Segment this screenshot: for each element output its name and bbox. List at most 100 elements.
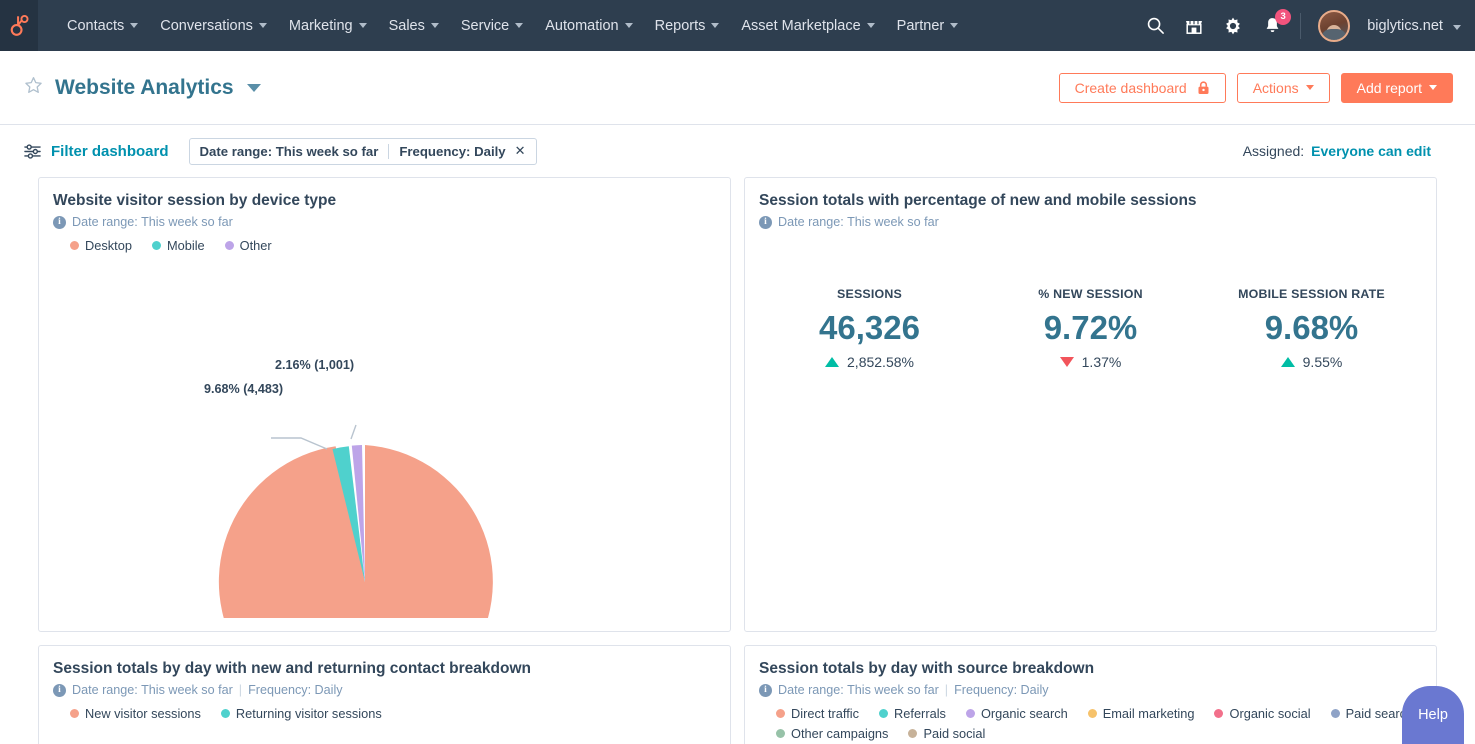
assigned-label: Assigned: <box>1243 143 1304 159</box>
main-menu: Contacts Conversations Marketing Sales S… <box>56 0 969 51</box>
actions-button[interactable]: Actions <box>1237 73 1330 103</box>
nav-item-sales[interactable]: Sales <box>378 0 450 51</box>
legend-color-dot <box>221 709 230 718</box>
kpi-delta-value: 9.55% <box>1303 354 1343 370</box>
gear-icon[interactable] <box>1222 15 1244 37</box>
page-title[interactable]: Website Analytics <box>55 76 234 100</box>
chevron-down-icon <box>259 23 267 28</box>
trend-down-icon <box>1060 357 1074 367</box>
kpi-value: 9.68% <box>1201 310 1422 346</box>
card-meta: i Date range: This week so far | Frequen… <box>53 683 716 697</box>
nav-utility-group: 3 biglytics.net <box>1144 0 1461 51</box>
active-filters-chip[interactable]: Date range: This week so far Frequency: … <box>189 138 537 165</box>
nav-item-label: Sales <box>389 18 425 34</box>
legend-color-dot <box>152 241 161 250</box>
nav-item-partner[interactable]: Partner <box>886 0 970 51</box>
chevron-down-icon <box>359 23 367 28</box>
nav-item-automation[interactable]: Automation <box>534 0 643 51</box>
meta-divider: | <box>239 683 242 697</box>
kpi-delta: 2,852.58% <box>759 354 980 370</box>
nav-item-label: Service <box>461 18 509 34</box>
legend-item-mobile[interactable]: Mobile <box>152 238 205 253</box>
legend-item-desktop[interactable]: Desktop <box>70 238 132 253</box>
legend-color-dot <box>70 709 79 718</box>
nav-item-label: Conversations <box>160 18 253 34</box>
legend-item-email-marketing[interactable]: Email marketing <box>1088 706 1195 721</box>
info-icon[interactable]: i <box>53 684 66 697</box>
actions-label: Actions <box>1253 80 1299 96</box>
legend-item-organic-social[interactable]: Organic social <box>1214 706 1310 721</box>
account-name-label: biglytics.net <box>1367 18 1443 34</box>
card-session-totals-new-returning: Session totals by day with new and retur… <box>38 645 731 744</box>
trend-up-icon <box>1281 357 1295 367</box>
nav-item-label: Automation <box>545 18 618 34</box>
nav-item-label: Partner <box>897 18 945 34</box>
create-dashboard-button[interactable]: Create dashboard <box>1059 73 1226 103</box>
trend-up-icon <box>825 357 839 367</box>
card-session-totals-source-breakdown: Session totals by day with source breakd… <box>744 645 1437 744</box>
nav-item-marketing[interactable]: Marketing <box>278 0 378 51</box>
legend-color-dot <box>908 729 917 738</box>
assigned-permission-link[interactable]: Everyone can edit <box>1311 143 1431 159</box>
search-icon[interactable] <box>1144 15 1166 37</box>
hubspot-logo-icon[interactable] <box>0 0 38 51</box>
legend-item-referrals[interactable]: Referrals <box>879 706 946 721</box>
bell-icon[interactable]: 3 <box>1261 15 1283 37</box>
card-frequency: Frequency: Daily <box>248 683 343 697</box>
legend-color-dot <box>776 729 785 738</box>
clear-filters-close-icon[interactable]: ✕ <box>515 143 526 159</box>
legend-item-new-visitor-sessions[interactable]: New visitor sessions <box>70 706 201 721</box>
legend-item-paid-social[interactable]: Paid social <box>908 726 985 741</box>
kpi-row: SESSIONS 46,326 2,852.58% % NEW SESSION … <box>759 287 1422 370</box>
legend-item-returning-visitor-sessions[interactable]: Returning visitor sessions <box>221 706 382 721</box>
add-report-button[interactable]: Add report <box>1341 73 1453 103</box>
kpi-delta-value: 2,852.58% <box>847 354 914 370</box>
card-session-totals-with-percentage: Session totals with percentage of new an… <box>744 177 1437 632</box>
legend-label: Organic search <box>981 706 1068 721</box>
card-title: Session totals by day with new and retur… <box>53 660 716 678</box>
legend-item-other-campaigns[interactable]: Other campaigns <box>776 726 888 741</box>
kpi-label: SESSIONS <box>759 287 980 301</box>
help-button[interactable]: Help <box>1402 686 1464 744</box>
favorite-star-icon[interactable] <box>24 76 43 100</box>
legend-label: Organic social <box>1229 706 1310 721</box>
chevron-down-icon <box>950 23 958 28</box>
avatar[interactable] <box>1318 10 1350 42</box>
kpi-delta: 9.55% <box>1201 354 1422 370</box>
legend-item-organic-search[interactable]: Organic search <box>966 706 1068 721</box>
card-meta: i Date range: This week so far <box>53 215 716 229</box>
header-actions: Create dashboard Actions Add report <box>1059 73 1453 103</box>
legend-item-direct-traffic[interactable]: Direct traffic <box>776 706 859 721</box>
card-date-range: Date range: This week so far <box>72 215 233 229</box>
nav-item-reports[interactable]: Reports <box>644 0 731 51</box>
dashboard-selector-chevron-down-icon[interactable] <box>247 84 261 92</box>
chevron-down-icon <box>515 23 523 28</box>
info-icon[interactable]: i <box>759 684 772 697</box>
filter-chip-frequency[interactable]: Frequency: Daily <box>399 144 505 159</box>
account-menu[interactable]: biglytics.net <box>1367 18 1461 34</box>
legend-label: Email marketing <box>1103 706 1195 721</box>
nav-item-asset-marketplace[interactable]: Asset Marketplace <box>730 0 885 51</box>
chevron-down-icon <box>1429 85 1437 90</box>
page-header: Website Analytics Create dashboard Actio… <box>0 51 1475 125</box>
legend-item-other[interactable]: Other <box>225 238 272 253</box>
legend-item-paid-search[interactable]: Paid search <box>1331 706 1414 721</box>
card-website-visitor-session-by-device-type: Website visitor session by device type i… <box>38 177 731 632</box>
nav-item-contacts[interactable]: Contacts <box>56 0 149 51</box>
legend-color-dot <box>966 709 975 718</box>
filter-dashboard-link[interactable]: Filter dashboard <box>51 143 169 160</box>
marketplace-icon[interactable] <box>1183 15 1205 37</box>
kpi-sessions: SESSIONS 46,326 2,852.58% <box>759 287 980 370</box>
assigned-info: Assigned: Everyone can edit <box>1243 143 1431 159</box>
info-icon[interactable]: i <box>759 216 772 229</box>
nav-item-conversations[interactable]: Conversations <box>149 0 278 51</box>
dashboard-grid: Website visitor session by device type i… <box>0 177 1475 744</box>
card-meta: i Date range: This week so far <box>759 215 1422 229</box>
nav-item-service[interactable]: Service <box>450 0 534 51</box>
card-frequency: Frequency: Daily <box>954 683 1049 697</box>
filter-chip-date-range[interactable]: Date range: This week so far <box>200 144 379 159</box>
create-dashboard-label: Create dashboard <box>1075 80 1187 96</box>
info-icon[interactable]: i <box>53 216 66 229</box>
filter-icon[interactable] <box>24 143 41 160</box>
kpi-delta-value: 1.37% <box>1082 354 1122 370</box>
